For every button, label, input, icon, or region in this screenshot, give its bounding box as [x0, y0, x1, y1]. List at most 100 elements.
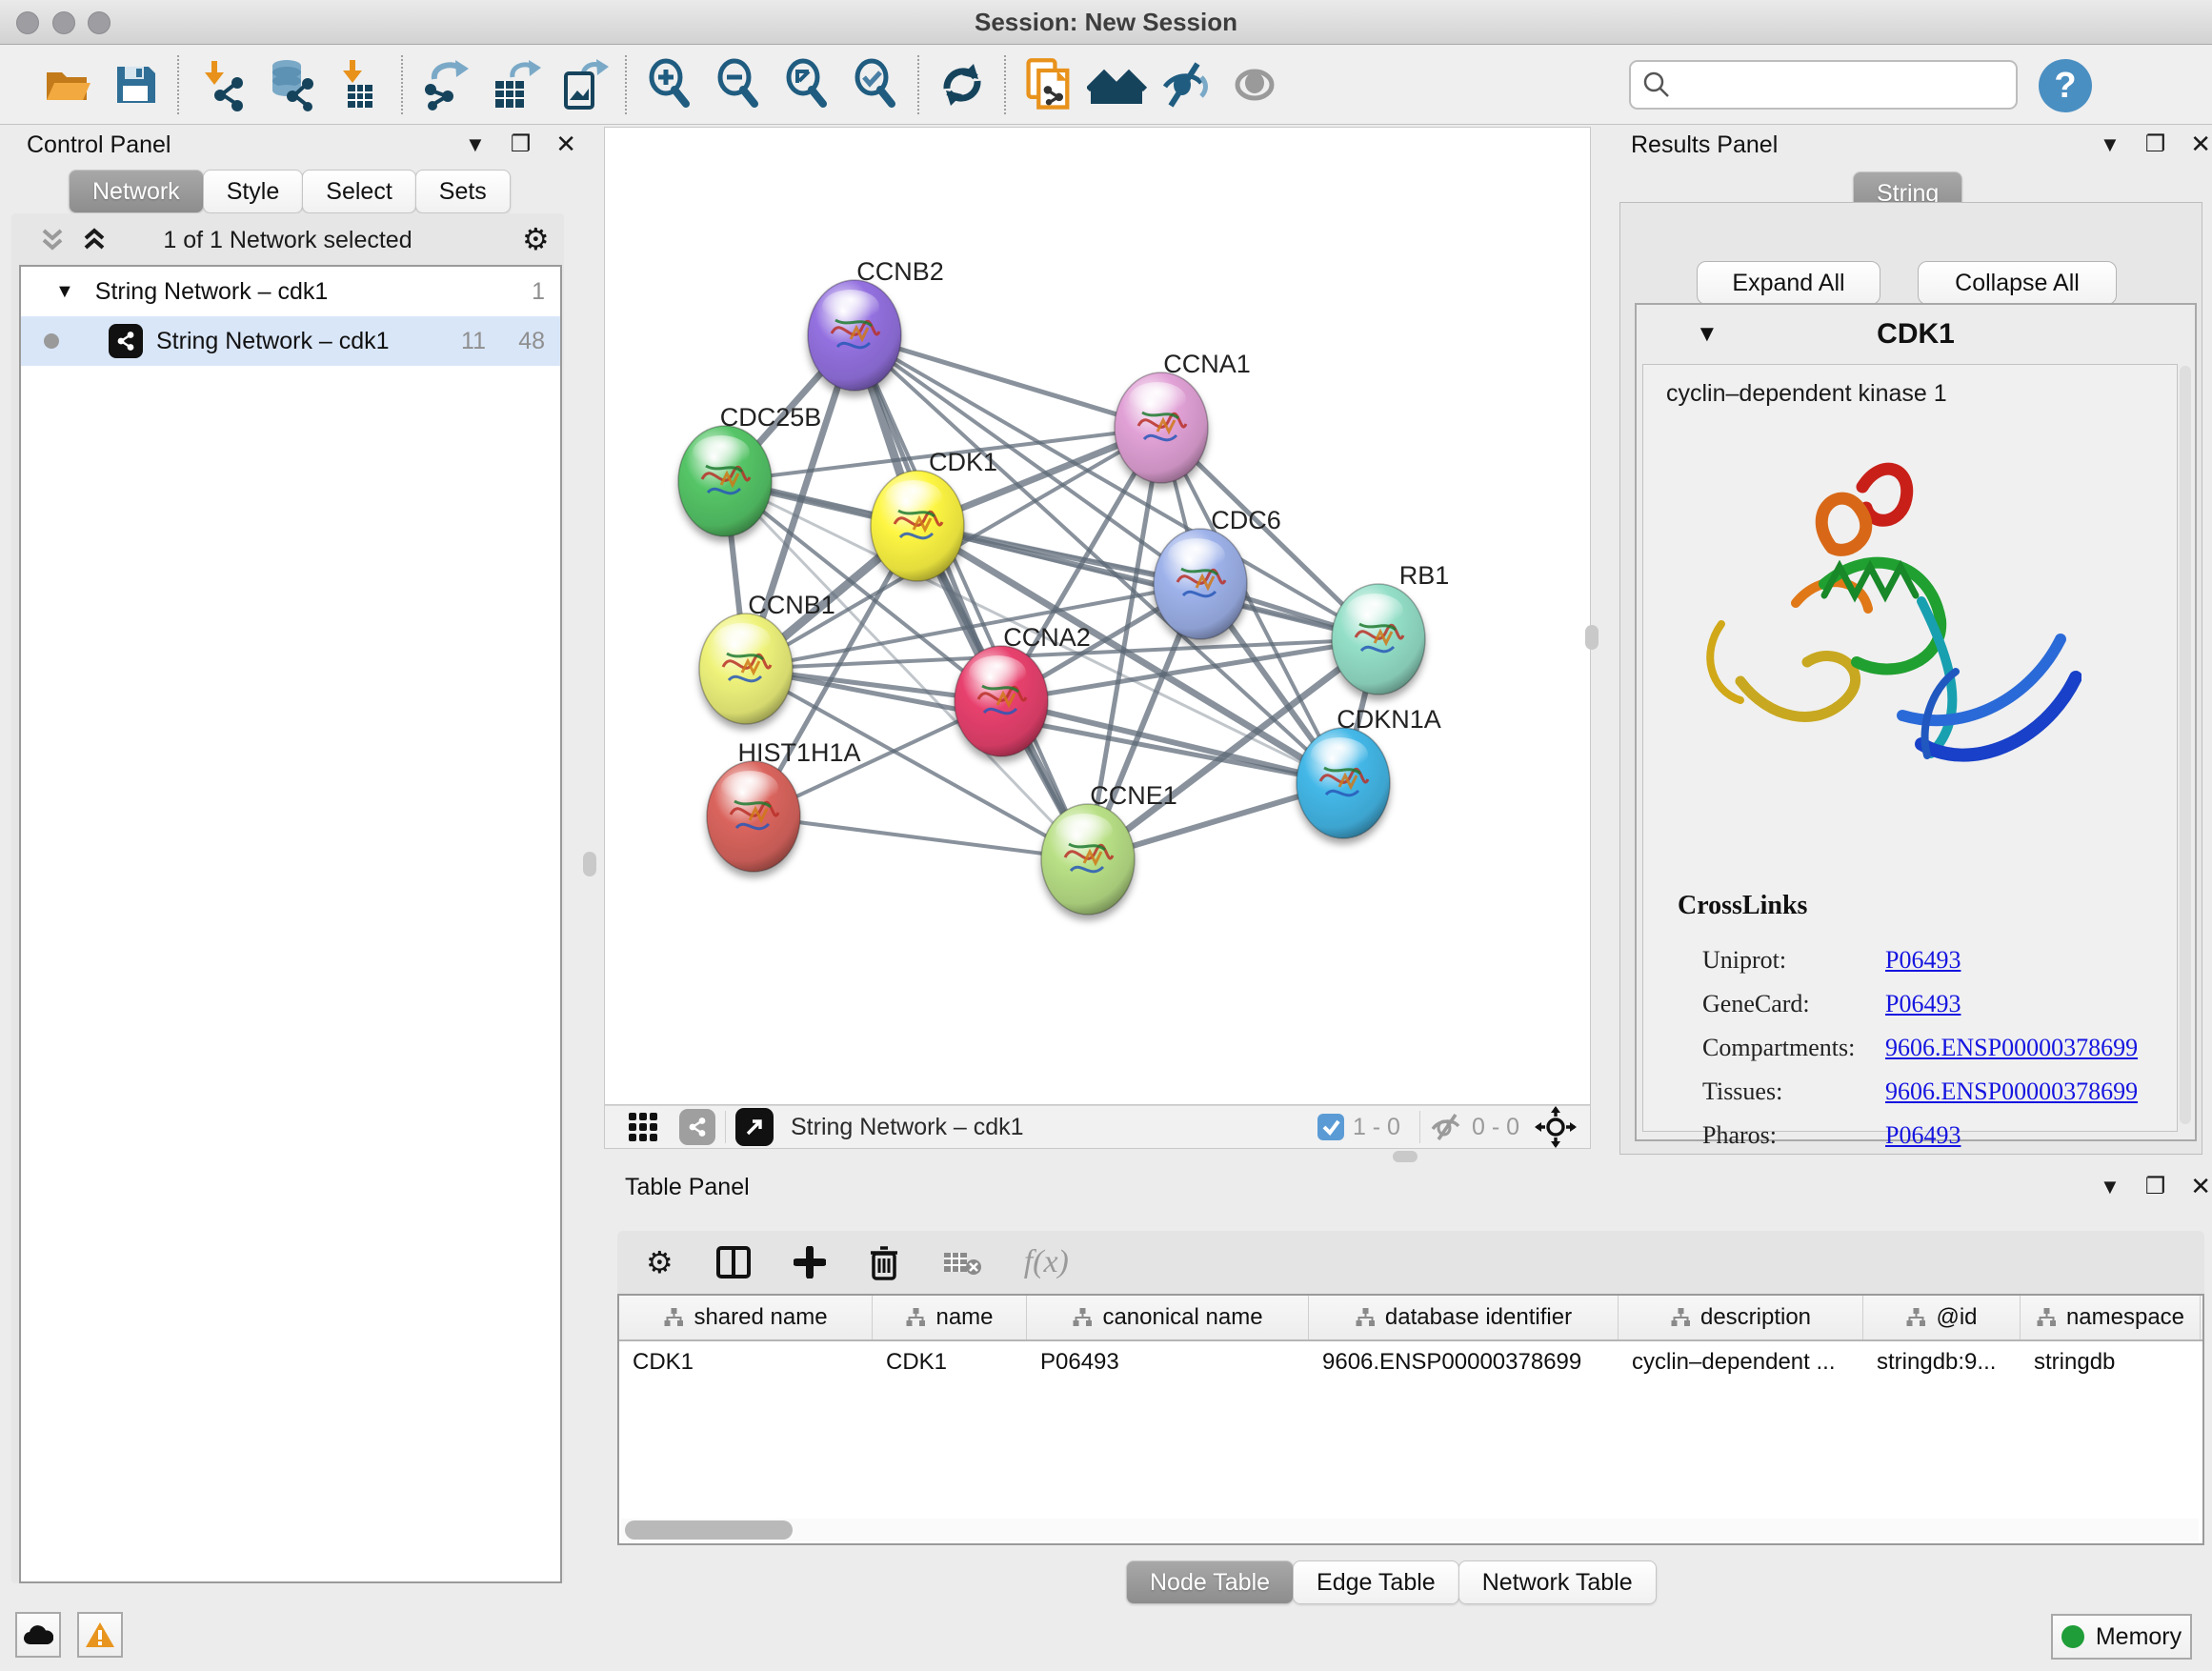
homes-icon[interactable] — [1083, 54, 1152, 115]
hidden-eye-slash-icon[interactable] — [1430, 1113, 1464, 1141]
table-cell[interactable]: 9606.ENSP00000378699 — [1309, 1341, 1619, 1383]
table-cell[interactable]: CDK1 — [619, 1341, 873, 1383]
column-header-database-identifier[interactable]: database identifier — [1309, 1296, 1619, 1339]
results-scrollbar[interactable] — [2180, 366, 2191, 1124]
export-table-icon[interactable] — [480, 54, 549, 115]
node-CCNE1[interactable] — [1041, 804, 1135, 915]
edge-HIST1H1A-CCNE1[interactable] — [754, 816, 1088, 859]
right-splitter-handle[interactable] — [1585, 625, 1599, 650]
bottom-splitter-handle[interactable] — [1393, 1151, 1418, 1162]
edge-CCNB2-CCNE1[interactable] — [855, 335, 1088, 859]
node-CCNB1[interactable] — [699, 614, 793, 724]
network-collection-row[interactable]: ▼ String Network – cdk1 1 — [21, 267, 560, 316]
node-CCNA2[interactable] — [955, 646, 1048, 756]
zoom-in-icon[interactable] — [635, 54, 704, 115]
show-columns-icon[interactable] — [715, 1245, 752, 1279]
export-image-icon[interactable] — [549, 54, 617, 115]
open-session-icon[interactable] — [32, 54, 101, 115]
crosslink-label: Compartments: — [1702, 1034, 1855, 1061]
tab-node-table[interactable]: Node Table — [1126, 1560, 1294, 1604]
birds-eye-view-icon[interactable] — [735, 1108, 774, 1146]
import-network-database-icon[interactable] — [256, 54, 325, 115]
float-results-icon[interactable]: ❐ — [2145, 131, 2166, 158]
collapse-results-icon[interactable]: ▼ — [2100, 132, 2121, 157]
crosslink-link[interactable]: 9606.ENSP00000378699 — [1885, 1077, 2138, 1106]
table-cell[interactable]: cyclin–dependent ... — [1619, 1341, 1863, 1383]
tab-select[interactable]: Select — [302, 170, 415, 213]
import-network-icon[interactable] — [188, 54, 256, 115]
add-column-icon[interactable] — [794, 1246, 826, 1278]
apply-layout-icon[interactable] — [928, 54, 996, 115]
string-import-icon[interactable] — [1015, 54, 1083, 115]
delete-column-icon[interactable] — [868, 1244, 900, 1280]
column-header-canonical-name[interactable]: canonical name — [1027, 1296, 1309, 1339]
warning-status-button[interactable] — [77, 1612, 123, 1658]
expand-all-button[interactable]: Expand All — [1697, 261, 1880, 305]
grid-view-icon[interactable] — [626, 1110, 660, 1144]
column-header--id[interactable]: @id — [1863, 1296, 2021, 1339]
table-horizontal-scrollbar[interactable] — [621, 1519, 2199, 1541]
table-cell[interactable]: CDK1 — [873, 1341, 1027, 1383]
network-row[interactable]: String Network – cdk1 11 48 — [21, 316, 560, 366]
network-graph[interactable]: CCNB2CCNA1CDC25BCDK1CDC6RB1CCNB1CCNA2CDK… — [604, 127, 1591, 1105]
tab-edge-table[interactable]: Edge Table — [1293, 1560, 1459, 1604]
cloud-status-button[interactable] — [15, 1612, 61, 1658]
close-results-icon[interactable]: ✕ — [2190, 130, 2211, 159]
table-row[interactable]: CDK1CDK1P064939606.ENSP00000378699cyclin… — [619, 1341, 2202, 1383]
collapse-all-button[interactable]: Collapse All — [1918, 261, 2117, 305]
import-table-icon[interactable] — [325, 54, 393, 115]
tab-network-table[interactable]: Network Table — [1458, 1560, 1657, 1604]
tab-sets[interactable]: Sets — [415, 170, 511, 213]
crosslink-link[interactable]: P06493 — [1885, 990, 1961, 1018]
selected-checkbox-icon[interactable] — [1317, 1113, 1345, 1141]
zoom-out-icon[interactable] — [704, 54, 773, 115]
table-cell[interactable]: P06493 — [1027, 1341, 1309, 1383]
node-CDKN1A[interactable] — [1297, 728, 1390, 838]
float-panel-icon[interactable]: ❐ — [511, 131, 532, 158]
scrollbar-thumb[interactable] — [625, 1520, 793, 1540]
function-builder-icon[interactable]: f(x) — [1024, 1244, 1069, 1280]
tab-style[interactable]: Style — [203, 170, 304, 213]
node-CDC6[interactable] — [1154, 529, 1247, 639]
collection-caret-icon[interactable]: ▼ — [55, 281, 74, 303]
table-cell[interactable]: stringdb — [2021, 1341, 2201, 1383]
column-header-name[interactable]: name — [873, 1296, 1027, 1339]
save-session-icon[interactable] — [101, 54, 170, 115]
help-button[interactable]: ? — [2039, 59, 2092, 112]
table-cell[interactable]: stringdb:9... — [1863, 1341, 2021, 1383]
fit-selected-crosshair-icon[interactable] — [1535, 1106, 1577, 1148]
node-CCNA1[interactable] — [1115, 372, 1208, 483]
collapse-table-icon[interactable]: ▼ — [2100, 1175, 2121, 1199]
close-table-icon[interactable]: ✕ — [2190, 1172, 2211, 1201]
search-input[interactable] — [1671, 70, 1999, 99]
left-splitter-handle[interactable] — [583, 852, 596, 876]
column-header-namespace[interactable]: namespace — [2021, 1296, 2201, 1339]
zoom-selected-icon[interactable] — [841, 54, 910, 115]
column-header-shared-name[interactable]: shared name — [619, 1296, 873, 1339]
section-caret-icon[interactable]: ▼ — [1696, 321, 1719, 348]
search-box[interactable] — [1629, 60, 2018, 110]
protein-section-header[interactable]: ▼ CDK1 — [1637, 305, 2195, 364]
column-header-description[interactable]: description — [1619, 1296, 1863, 1339]
show-eye-icon[interactable] — [1220, 54, 1289, 115]
table-options-gear-icon[interactable]: ⚙ — [646, 1244, 674, 1280]
export-network-icon[interactable] — [412, 54, 480, 115]
close-panel-icon[interactable]: ✕ — [555, 130, 576, 159]
float-table-icon[interactable]: ❐ — [2145, 1173, 2166, 1200]
node-CDC25B[interactable] — [678, 426, 772, 536]
node-RB1[interactable] — [1332, 584, 1425, 695]
network-options-gear-icon[interactable]: ⚙ — [522, 221, 550, 257]
node-CCNB2[interactable] — [808, 280, 901, 391]
delete-table-icon[interactable] — [942, 1247, 982, 1278]
zoom-fit-icon[interactable] — [773, 54, 841, 115]
tab-network[interactable]: Network — [69, 170, 204, 213]
crosslink-link[interactable]: P06493 — [1885, 946, 1961, 975]
memory-button[interactable]: Memory — [2051, 1614, 2192, 1660]
node-HIST1H1A[interactable] — [707, 761, 800, 872]
hide-panels-eye-icon[interactable] — [1152, 54, 1220, 115]
crosslink-link[interactable]: 9606.ENSP00000378699 — [1885, 1034, 2138, 1062]
crosslink-link[interactable]: P06493 — [1885, 1121, 1961, 1150]
collapse-panel-icon[interactable]: ▼ — [465, 132, 486, 157]
network-view-share-icon[interactable] — [679, 1109, 715, 1145]
node-CDK1[interactable] — [871, 471, 964, 581]
